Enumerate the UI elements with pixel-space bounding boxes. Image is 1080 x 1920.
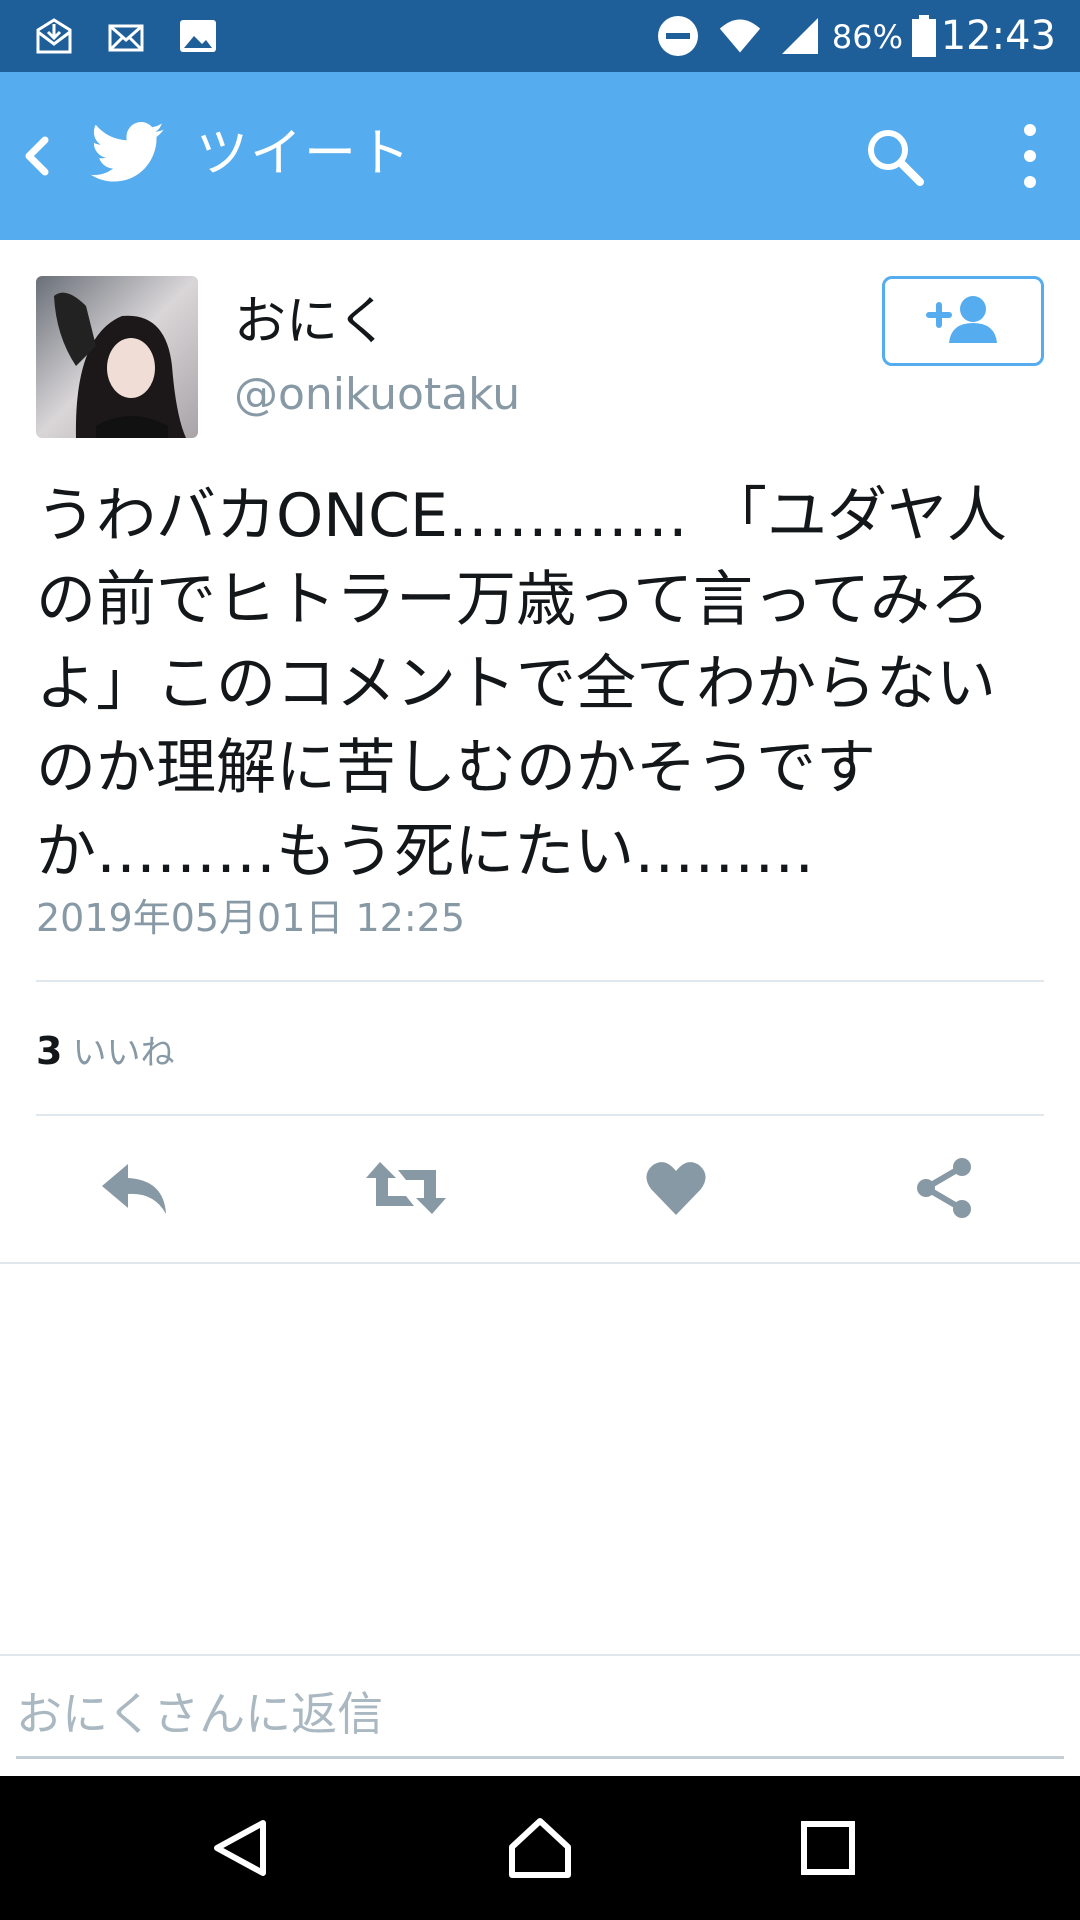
signal-icon [778, 14, 822, 58]
reply-icon [98, 1160, 170, 1220]
wifi-icon [718, 14, 762, 58]
back-triangle-icon[interactable] [190, 1798, 290, 1898]
navigation-bar [0, 1776, 1080, 1920]
mail-icon [104, 14, 148, 58]
divider [0, 1654, 1080, 1656]
battery-percent: 86% [831, 18, 903, 56]
avatar[interactable] [36, 276, 198, 438]
page-title: ツイート [196, 124, 413, 184]
likes-label: いいね [72, 1033, 175, 1073]
more-vertical-icon[interactable] [1010, 118, 1050, 194]
divider [36, 980, 1044, 982]
recents-icon[interactable] [778, 1798, 878, 1898]
do-not-disturb-icon [656, 14, 700, 58]
divider [0, 1262, 1080, 1264]
clock: 12:43 [940, 13, 1056, 59]
status-bar: 86% 12:43 [0, 0, 1080, 72]
search-icon[interactable] [860, 122, 930, 192]
tweet-text: うわバカONCE………… 「ユダヤ人の前でヒトラー万歳って言ってみろよ」このコメ… [36, 481, 1007, 887]
retweet-button[interactable] [356, 1150, 456, 1230]
add-user-icon [923, 293, 1003, 349]
retweet-icon [364, 1160, 448, 1220]
image-icon [176, 14, 220, 58]
twitter-bird-icon [88, 118, 168, 188]
like-button[interactable] [626, 1150, 726, 1230]
share-button[interactable] [894, 1150, 994, 1230]
home-icon[interactable] [490, 1798, 590, 1898]
user-handle[interactable]: @onikuotaku [234, 368, 520, 422]
reply-input-underline [16, 1756, 1064, 1759]
reply-button[interactable] [84, 1150, 184, 1230]
display-name[interactable]: おにく [234, 290, 389, 354]
likes-summary[interactable]: 3 いいね [36, 1026, 174, 1084]
download-mail-icon [32, 14, 76, 58]
reply-input[interactable] [16, 1672, 1064, 1756]
follow-button[interactable] [882, 276, 1044, 366]
like-icon [645, 1159, 707, 1221]
chevron-left-icon[interactable] [14, 126, 58, 186]
divider [36, 1114, 1044, 1116]
app-bar: ツイート [0, 72, 1080, 240]
battery-icon [902, 14, 946, 58]
share-icon [914, 1157, 974, 1223]
likes-count: 3 [36, 1029, 63, 1073]
tweet-timestamp: 2019年05月01日 12:25 [36, 896, 466, 940]
